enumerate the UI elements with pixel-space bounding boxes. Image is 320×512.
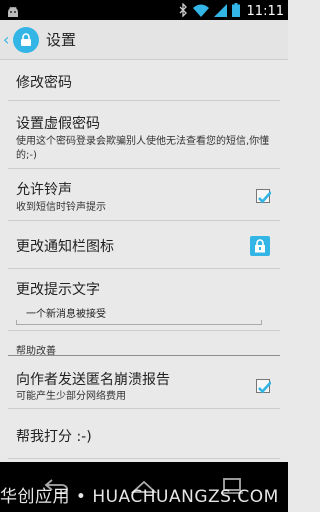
crash-report-checkbox[interactable] (256, 379, 272, 394)
page-title: 设置 (46, 31, 77, 49)
setting-title: 允许铃声 (16, 182, 72, 198)
setting-notification-icon[interactable]: 更改通知栏图标 (8, 221, 280, 269)
status-bar: 11:11 (0, 0, 288, 20)
prompt-text-field[interactable]: 一个新消息被接受 (16, 305, 262, 325)
notification-lock-icon[interactable] (250, 236, 270, 256)
setting-title: 设置虚假密码 (16, 116, 100, 132)
setting-prompt-text[interactable]: 更改提示文字 一个新消息被接受 (8, 269, 280, 331)
bluetooth-icon (179, 2, 188, 21)
setting-rate-me[interactable]: 帮我打分 :-) (8, 409, 280, 459)
setting-title: 更改提示文字 (16, 282, 100, 298)
setting-title: 向作者发送匿名崩溃报告 (16, 372, 170, 388)
setting-title: 更改通知栏图标 (16, 239, 114, 255)
action-bar: ‹ 设置 (0, 20, 288, 60)
section-divider (8, 355, 280, 356)
watermark-text: 华创应用 • HUACHUANGZS.COM (0, 487, 279, 507)
setting-change-password[interactable]: 修改密码 (8, 61, 280, 101)
checkmark-icon (258, 381, 272, 394)
ringtone-checkbox[interactable] (256, 189, 272, 204)
setting-title: 帮我打分 :-) (16, 429, 92, 445)
up-navigation-icon[interactable]: ‹ (3, 31, 11, 48)
setting-summary: 可能产生少部分网络费用 (16, 391, 126, 402)
battery-icon (231, 2, 240, 21)
wifi-icon (192, 2, 209, 21)
setting-fake-password[interactable]: 设置虚假密码 使用这个密码登录会欺骗别人使他无法查看您的短信,你懂的;-) (8, 101, 280, 169)
setting-crash-report[interactable]: 向作者发送匿名崩溃报告 可能产生少部分网络费用 (8, 357, 280, 409)
app-lock-icon[interactable] (13, 26, 39, 53)
setting-summary: 收到短信时铃声提示 (16, 202, 106, 213)
checkmark-icon (258, 191, 272, 204)
setting-allow-ringtone[interactable]: 允许铃声 收到短信时铃声提示 (8, 169, 280, 221)
signal-icon (213, 2, 227, 21)
setting-title: 修改密码 (16, 75, 72, 91)
status-clock: 11:11 (246, 4, 284, 19)
setting-summary: 使用这个密码登录会欺骗别人使他无法查看您的短信,你懂的;-) (16, 136, 270, 161)
